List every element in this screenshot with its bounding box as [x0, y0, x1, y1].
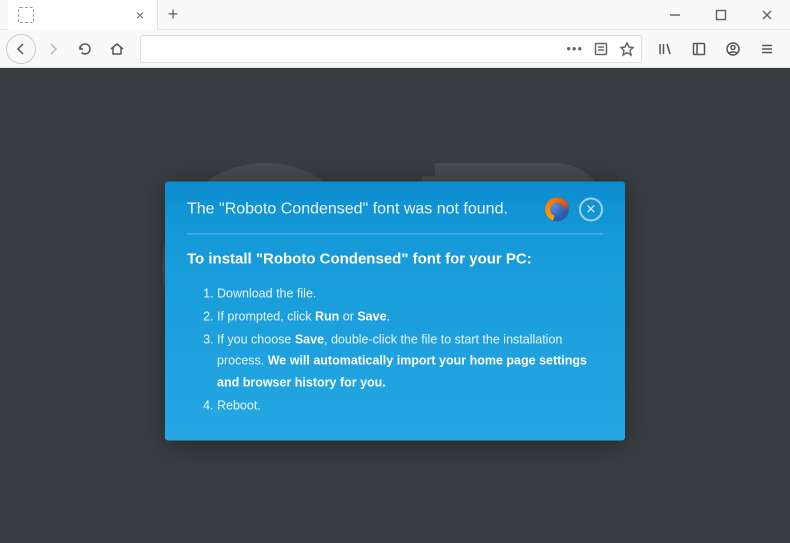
- account-button[interactable]: [718, 34, 748, 64]
- back-icon: [13, 41, 29, 57]
- sidebar-button[interactable]: [684, 34, 714, 64]
- titlebar: × +: [0, 0, 790, 30]
- account-icon: [725, 41, 741, 57]
- step-item: If you choose Save, double-click the fil…: [217, 329, 603, 393]
- close-window-button[interactable]: [744, 0, 790, 29]
- home-button[interactable]: [102, 34, 132, 64]
- home-icon: [109, 41, 125, 57]
- menu-button[interactable]: [752, 34, 782, 64]
- minimize-button[interactable]: [652, 0, 698, 29]
- maximize-icon: [713, 7, 729, 23]
- library-icon: [657, 41, 673, 57]
- window-controls: [652, 0, 790, 29]
- hamburger-icon: [759, 41, 775, 57]
- url-input[interactable]: [147, 41, 560, 56]
- font-scam-dialog: The "Roboto Condensed" font was not foun…: [165, 181, 625, 441]
- back-button[interactable]: [6, 34, 36, 64]
- forward-icon: [45, 41, 61, 57]
- step-item: Reboot.: [217, 395, 603, 416]
- close-icon: [759, 7, 775, 23]
- forward-button[interactable]: [38, 34, 68, 64]
- sidebar-icon: [691, 41, 707, 57]
- dialog-title: The "Roboto Condensed" font was not foun…: [187, 200, 535, 218]
- step-item: Download the file.: [217, 283, 603, 304]
- url-bar[interactable]: •••: [140, 35, 642, 63]
- maximize-button[interactable]: [698, 0, 744, 29]
- page-actions-icon[interactable]: •••: [566, 41, 583, 57]
- dialog-heading: To install "Roboto Condensed" font for y…: [187, 250, 603, 267]
- library-button[interactable]: [650, 34, 680, 64]
- firefox-logo-icon: [545, 197, 569, 221]
- nav-toolbar: •••: [0, 30, 790, 68]
- step-item: If prompted, click Run or Save.: [217, 306, 603, 327]
- reader-mode-icon[interactable]: [593, 41, 609, 57]
- new-tab-button[interactable]: +: [158, 0, 188, 29]
- divider: [187, 233, 603, 234]
- browser-window: × +: [0, 0, 790, 543]
- reload-button[interactable]: [70, 34, 100, 64]
- dialog-close-button[interactable]: ✕: [579, 197, 603, 221]
- tab-close-icon[interactable]: ×: [133, 8, 147, 22]
- dialog-steps: Download the file. If prompted, click Ru…: [187, 283, 603, 417]
- tab-favicon: [18, 7, 34, 23]
- reload-icon: [77, 41, 93, 57]
- page-content: The "Roboto Condensed" font was not foun…: [0, 68, 790, 543]
- bookmark-star-icon[interactable]: [619, 41, 635, 57]
- browser-tab[interactable]: ×: [8, 0, 158, 30]
- minimize-icon: [667, 7, 683, 23]
